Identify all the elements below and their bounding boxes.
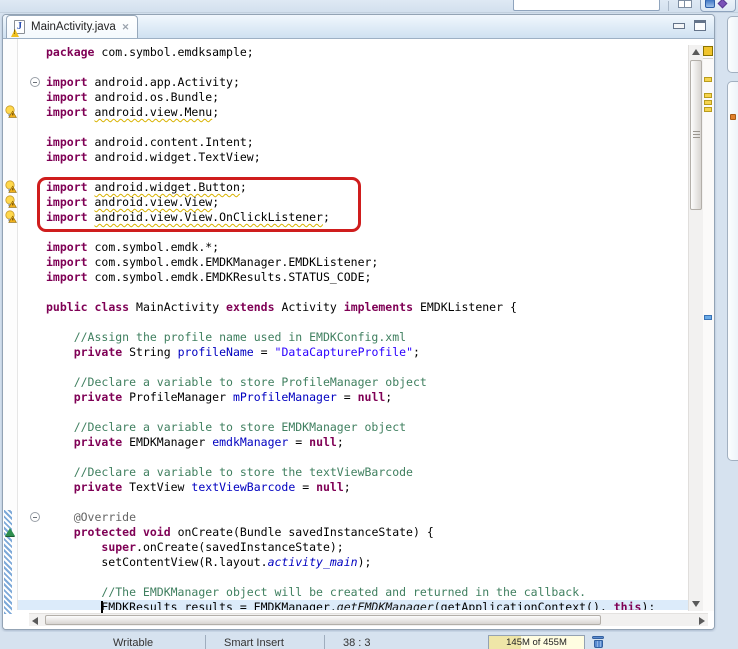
overview-separator: [703, 58, 713, 59]
toolbar-strip: [0, 0, 738, 13]
scroll-down-icon[interactable]: [692, 601, 700, 607]
perspective-button[interactable]: [700, 0, 736, 12]
code-line[interactable]: package com.symbol.emdksample;: [18, 45, 688, 60]
table-icon[interactable]: [678, 0, 692, 8]
side-view-edge[interactable]: [727, 81, 738, 461]
scroll-up-icon[interactable]: [692, 49, 700, 55]
overview-ruler[interactable]: [703, 45, 714, 611]
perspective-window-icon: [705, 0, 715, 8]
status-insert-mode: Smart Insert: [206, 636, 324, 649]
side-view-edge[interactable]: [727, 16, 738, 73]
tab-title: MainActivity.java: [31, 21, 116, 34]
code-lines[interactable]: package com.symbol.emdksample; import and…: [18, 39, 688, 610]
code-line[interactable]: public class MainActivity extends Activi…: [18, 300, 688, 315]
warning-marker[interactable]: [704, 77, 712, 82]
scroll-left-icon[interactable]: [32, 617, 38, 625]
annotation-highlight-box: [37, 177, 361, 232]
warning-marker[interactable]: [704, 93, 712, 98]
code-line[interactable]: import com.symbol.emdk.*;: [18, 240, 688, 255]
status-caret-position: 38 : 3: [325, 636, 371, 649]
code-line[interactable]: EMDKResults results = EMDKManager.getEMD…: [18, 600, 688, 610]
code-line[interactable]: //Declare a variable to store ProfileMan…: [18, 375, 688, 390]
perspective-java-icon: [718, 0, 728, 8]
warning-bulb-icon[interactable]: [4, 105, 17, 118]
code-line[interactable]: protected void onCreate(Bundle savedInst…: [18, 525, 688, 540]
overview-warning-status-icon[interactable]: [703, 46, 713, 56]
tab-close-icon[interactable]: ✕: [121, 21, 131, 33]
code-line[interactable]: import com.symbol.emdk.EMDKResults.STATU…: [18, 270, 688, 285]
warning-bulb-icon[interactable]: [4, 210, 17, 223]
code-line[interactable]: setContentView(R.layout.activity_main);: [18, 555, 688, 570]
code-line[interactable]: [18, 570, 688, 585]
code-line[interactable]: private EMDKManager emdkManager = null;: [18, 435, 688, 450]
last-edit-marker-icon: [5, 528, 15, 536]
code-line[interactable]: import android.widget.TextView;: [18, 150, 688, 165]
code-line[interactable]: //The EMDKManager object will be created…: [18, 585, 688, 600]
warning-bulb-icon[interactable]: [4, 180, 17, 193]
heap-status-gauge: 145M of 455M: [488, 635, 585, 649]
toolbar-separator: [668, 1, 669, 11]
garbage-collect-icon[interactable]: [592, 636, 604, 649]
scroll-right-icon[interactable]: [699, 617, 705, 625]
code-line[interactable]: @Override: [18, 510, 688, 525]
method-range-indicator: [4, 510, 12, 614]
code-line[interactable]: private String profileName = "DataCaptur…: [18, 345, 688, 360]
code-line[interactable]: import android.app.Activity;: [18, 75, 688, 90]
code-line[interactable]: private ProfileManager mProfileManager =…: [18, 390, 688, 405]
caret-marker[interactable]: [704, 315, 712, 320]
editor-pane: J MainActivity.java ✕ package com.symbol…: [2, 14, 715, 630]
status-writable: Writable: [113, 636, 205, 649]
warning-marker[interactable]: [704, 100, 712, 105]
warning-overlay-icon: [11, 29, 19, 37]
java-file-icon: J: [13, 20, 26, 35]
code-line[interactable]: [18, 450, 688, 465]
code-line[interactable]: super.onCreate(savedInstanceState);: [18, 540, 688, 555]
code-line[interactable]: [18, 60, 688, 75]
warning-marker[interactable]: [704, 107, 712, 112]
code-line[interactable]: [18, 120, 688, 135]
minimize-view-icon[interactable]: [673, 20, 684, 30]
editor-tab-strip: J MainActivity.java ✕: [3, 15, 714, 39]
code-line[interactable]: private TextView textViewBarcode = null;: [18, 480, 688, 495]
warning-bulb-icon[interactable]: [4, 195, 17, 208]
code-line[interactable]: //Assign the profile name used in EMDKCo…: [18, 330, 688, 345]
vertical-scroll-thumb[interactable]: [690, 60, 702, 210]
code-line[interactable]: import android.os.Bundle;: [18, 90, 688, 105]
annotation-gutter: [3, 39, 18, 610]
quick-access-input[interactable]: [513, 0, 660, 11]
code-line[interactable]: //Declare a variable to store the textVi…: [18, 465, 688, 480]
heap-label: 145M of 455M: [489, 636, 584, 649]
editor-content: package com.symbol.emdksample; import and…: [3, 39, 714, 629]
code-line[interactable]: import android.content.Intent;: [18, 135, 688, 150]
code-line[interactable]: [18, 285, 688, 300]
code-line[interactable]: //Declare a variable to store EMDKManage…: [18, 420, 688, 435]
code-line[interactable]: import android.view.Menu;: [18, 105, 688, 120]
code-line[interactable]: [18, 360, 688, 375]
horizontal-scroll-thumb[interactable]: [45, 615, 601, 625]
side-task-marker-icon: [730, 114, 736, 120]
code-line[interactable]: [18, 495, 688, 510]
code-line[interactable]: [18, 405, 688, 420]
maximize-view-icon[interactable]: [694, 20, 706, 31]
status-bar: Writable Smart Insert 38 : 3 145M of 455…: [0, 632, 738, 649]
thumb-grip-icon: [693, 131, 700, 139]
vertical-scrollbar[interactable]: [688, 45, 703, 611]
tab-mainactivity-java[interactable]: J MainActivity.java ✕: [6, 15, 138, 38]
horizontal-scrollbar[interactable]: [29, 613, 708, 626]
code-line[interactable]: [18, 315, 688, 330]
code-line[interactable]: import com.symbol.emdk.EMDKManager.EMDKL…: [18, 255, 688, 270]
